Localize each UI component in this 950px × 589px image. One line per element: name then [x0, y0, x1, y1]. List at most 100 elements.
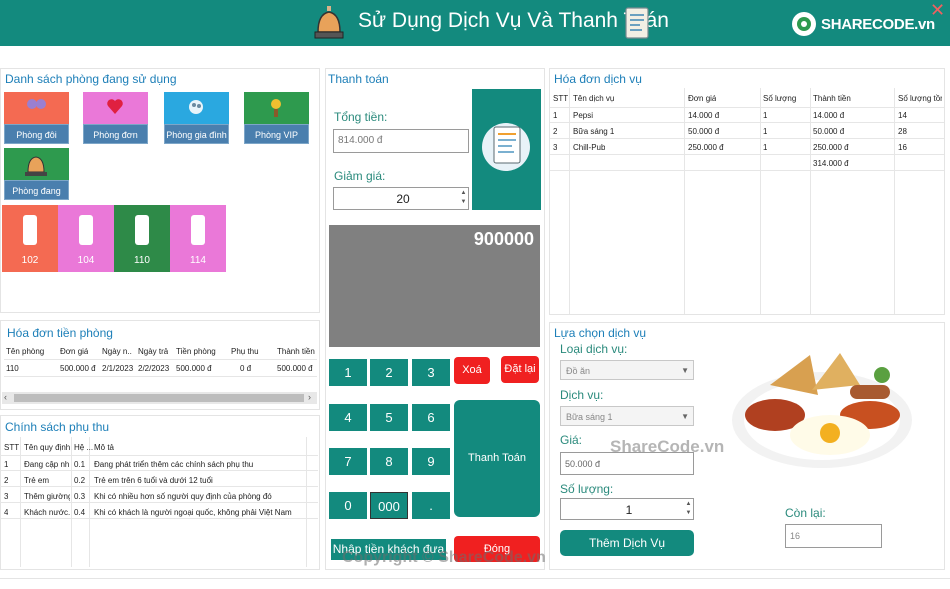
room-number: 114 [190, 255, 206, 266]
column-header: Tên phòng [6, 347, 45, 356]
room-type-label: Phòng đôi [4, 124, 69, 144]
table-cell: 3 [553, 143, 558, 152]
service-value: Bữa sáng 1 [566, 412, 613, 422]
table-cell: 1 [553, 111, 558, 120]
table-cell: 1 [4, 460, 9, 469]
key-3[interactable]: 3 [412, 359, 450, 386]
key-0[interactable]: 0 [329, 492, 367, 519]
horizontal-scrollbar[interactable]: ‹ › [2, 392, 317, 404]
key-6[interactable]: 6 [412, 404, 450, 431]
key-7[interactable]: 7 [329, 448, 367, 475]
room-type-label: Phòng gia đình [164, 124, 229, 144]
discount-label: Giảm giá: [334, 169, 386, 183]
table-cell: 250.000 đ [688, 143, 724, 152]
room-tile-104[interactable]: 104 [58, 205, 114, 272]
scroll-left-icon[interactable]: ‹ [4, 392, 7, 402]
service-type-select[interactable]: Đồ ăn ▼ [560, 360, 694, 380]
reset-button[interactable]: Đặt lại [501, 356, 539, 383]
table-cell: 0.3 [74, 492, 86, 501]
document-icon [625, 7, 649, 39]
room-tile-102[interactable]: 102 [2, 205, 58, 272]
key-1[interactable]: 1 [329, 359, 367, 386]
key-5[interactable]: 5 [370, 404, 408, 431]
window-title: Sử Dụng Dịch Vụ Và Thanh Toán [358, 9, 669, 32]
room-type-double[interactable]: Phòng đôi [4, 92, 69, 144]
room-type-vip[interactable]: Phòng VIP [244, 92, 309, 144]
key-9[interactable]: 9 [412, 448, 450, 475]
column-header: Hệ ... [74, 443, 94, 452]
table-cell: 2/1/2023 [102, 364, 134, 373]
room-number: 110 [134, 255, 150, 266]
quantity-label: Số lượng: [560, 482, 614, 496]
column-header: Thành tiền [813, 94, 851, 103]
heart-icon [107, 99, 123, 114]
table-cell: 500.000 đ [176, 364, 212, 373]
scroll-right-icon[interactable]: › [308, 392, 311, 402]
service-invoice-title: Hóa đơn dịch vụ [554, 72, 642, 86]
total-label: Tổng tiền: [334, 110, 388, 124]
room-tile-114[interactable]: 114 [170, 205, 226, 272]
vip-icon [271, 99, 281, 117]
room-type-selected[interactable]: Phòng đang chọn [4, 148, 69, 216]
key-dot[interactable]: . [412, 492, 450, 519]
table-cell: 1 [763, 127, 768, 136]
column-header: Ngày trả [138, 347, 169, 356]
discount-stepper[interactable]: 20 ▲ ▼ [333, 187, 469, 210]
table-cell: 14 [898, 111, 907, 120]
column-header: Số lượng [763, 94, 797, 103]
total-field[interactable]: 814.000 đ [333, 129, 469, 153]
table-cell: 110 [6, 364, 19, 373]
room-type-label: Phòng đang chọn [4, 180, 69, 216]
column-header: STT [4, 443, 20, 452]
table-cell: Khi có khách là người ngoại quốc, không … [94, 508, 292, 517]
key-8[interactable]: 8 [370, 448, 408, 475]
rooms-title: Danh sách phòng đang sử dụng [5, 72, 177, 86]
display-value: 900000 [473, 229, 534, 249]
key-000[interactable]: 000 [370, 492, 408, 519]
clear-button[interactable]: Xoá [454, 357, 490, 384]
table-cell: Thêm giường [24, 492, 70, 501]
column-header: Tiền phòng [176, 347, 216, 356]
remaining-field[interactable]: 16 [785, 524, 882, 548]
room-tile-110[interactable]: 110 [114, 205, 170, 272]
room-type-single[interactable]: Phòng đơn [83, 92, 148, 144]
pay-button[interactable]: Thanh Toán [454, 400, 540, 517]
surcharge-grid: STT Tên quy định Hệ ... Mô tả 1 Đang cập… [0, 437, 318, 567]
table-cell: 0.1 [74, 460, 86, 469]
table-cell: 1 [763, 111, 768, 120]
table-cell: 0.2 [74, 476, 86, 485]
discount-value: 20 [396, 192, 410, 206]
column-header: Mô tả [94, 443, 115, 452]
close-button[interactable]: ✕ [930, 0, 945, 21]
table-cell: Trẻ em [24, 476, 50, 485]
table-cell: Đang phát triển thêm các chính sách phụ … [94, 460, 254, 469]
room-number: 104 [77, 255, 95, 266]
status-bar [0, 578, 950, 589]
table-cell: 3 [4, 492, 9, 501]
room-type-label: Phòng đơn [83, 124, 148, 144]
quantity-stepper[interactable]: 1 ▲ ▼ [560, 498, 694, 520]
spinner-arrows-icon[interactable]: ▲ ▼ [685, 500, 692, 518]
remaining-label: Còn lại: [785, 506, 826, 520]
add-service-button[interactable]: Thêm Dịch Vụ [560, 530, 694, 556]
table-cell: 50.000 đ [813, 127, 845, 136]
table-cell: 2/2/2023 [138, 364, 170, 373]
column-header: STT [553, 94, 569, 103]
scrollbar-thumb[interactable] [14, 394, 304, 402]
family-icon [189, 100, 203, 114]
table-cell: Chill-Pub [573, 143, 606, 152]
column-header: Đơn giá [60, 347, 89, 356]
key-2[interactable]: 2 [370, 359, 408, 386]
service-label: Dịch vụ: [560, 388, 604, 402]
service-select[interactable]: Bữa sáng 1 ▼ [560, 406, 694, 426]
table-cell: Pepsi [573, 111, 594, 120]
key-4[interactable]: 4 [329, 404, 367, 431]
column-header: Tên quy định [24, 443, 71, 452]
spinner-arrows-icon[interactable]: ▲ ▼ [460, 189, 467, 207]
invoice-image [472, 89, 541, 210]
column-header: Phụ thu [231, 347, 259, 356]
surcharge-title: Chính sách phụ thu [5, 420, 110, 434]
amount-display: 900000 [329, 225, 540, 347]
room-type-family[interactable]: Phòng gia đình [164, 92, 229, 144]
table-cell: 16 [898, 143, 907, 152]
